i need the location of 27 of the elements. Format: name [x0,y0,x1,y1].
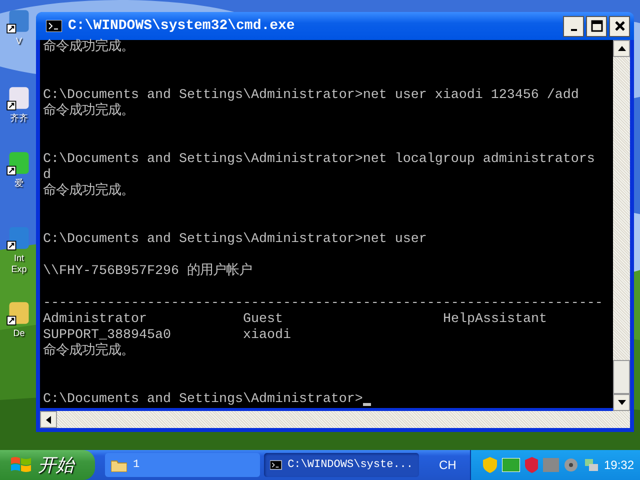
console-line: 命令成功完成。 [43,40,134,56]
shortcut-label: 齐齐 [9,113,29,124]
shortcut-label: V [14,36,23,47]
shortcut-label: Int Exp [10,253,28,275]
console-cell: xiaodi [243,328,291,344]
console-cell: HelpAssistant [443,312,547,328]
console-line: C:\Documents and Settings\Administrator>net user xiaodi 123456 /add [43,88,579,103]
console-line: \\FHY-756B957F296 的用户帐户 [43,264,252,280]
console-prompt: C:\Documents and Settings\Administrator> [43,392,363,408]
taskbar-button[interactable]: 1 [105,453,260,477]
clock: 19:32 [604,458,634,472]
console-line: d [43,168,51,183]
window-title: C:\WINDOWS\system32\cmd.exe [68,18,296,34]
taskbar-button[interactable]: C:\WINDOWS\syste... [264,453,419,477]
shortcut-label: De [12,328,26,339]
console-cell-text: Guest [243,312,284,328]
console-line: C:\Documents and Settings\Administrator>net localgroup administrators [43,152,595,168]
console-line: C:\Documents and Settings\Administrator>net user [43,232,427,248]
console-line: 命令成功完成。 [43,184,134,200]
language-indicator[interactable]: CH [439,458,459,472]
console-line: 命令成功完成。 [43,344,134,360]
console-cell-text: Administrator [43,312,148,328]
console-cell-text: SUPPORT_388945a0 [43,328,172,343]
start-button[interactable]: 开始 [0,450,95,480]
shortcut-label: 爱 [14,178,24,189]
console-line: ---------------------------------------------------------------------- [43,296,603,312]
console-line: 命令成功完成。 [43,104,134,120]
